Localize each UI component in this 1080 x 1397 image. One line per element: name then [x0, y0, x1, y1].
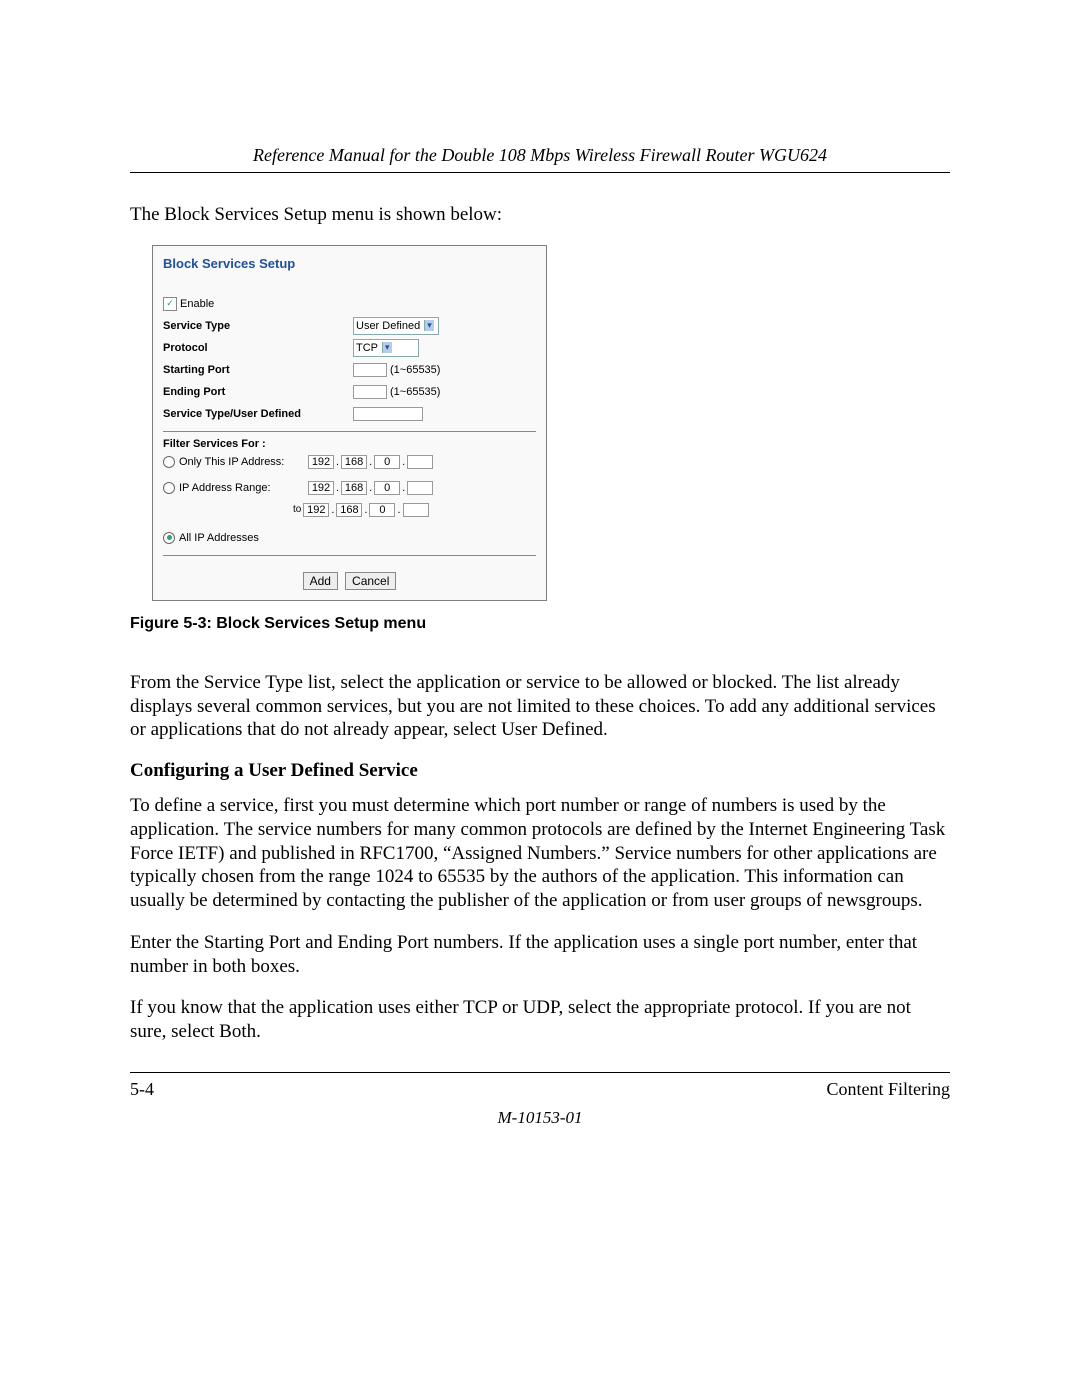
paragraph-1: From the Service Type list, select the a…	[130, 671, 950, 742]
ip-octet[interactable]: 0	[374, 455, 400, 469]
ip-octet[interactable]: 0	[369, 503, 395, 517]
ip-octet[interactable]: 0	[374, 481, 400, 495]
ending-port-hint: (1~65535)	[390, 386, 440, 398]
paragraph-3: Enter the Starting Port and Ending Port …	[130, 931, 950, 979]
enable-checkbox[interactable]: ✓	[163, 297, 177, 311]
manual-title: Reference Manual for the Double 108 Mbps…	[130, 145, 950, 172]
radio-ip-range[interactable]	[163, 482, 175, 494]
figure-separator	[163, 555, 536, 556]
enable-label: Enable	[180, 298, 214, 310]
intro-paragraph: The Block Services Setup menu is shown b…	[130, 203, 950, 227]
ip-octet[interactable]	[407, 455, 433, 469]
starting-port-input[interactable]	[353, 363, 387, 377]
chevron-down-icon: ▾	[424, 320, 434, 331]
document-page: Reference Manual for the Double 108 Mbps…	[0, 0, 1080, 1397]
user-defined-input[interactable]	[353, 407, 423, 421]
document-code: M-10153-01	[130, 1108, 950, 1128]
range-from-fields: 192. 168. 0.	[308, 481, 433, 495]
header-rule	[130, 172, 950, 173]
service-type-label: Service Type	[163, 320, 353, 332]
figure-block-services-setup: Block Services Setup ✓ Enable Service Ty…	[152, 245, 547, 601]
figure-caption: Figure 5-3: Block Services Setup menu	[130, 615, 950, 633]
page-number: 5-4	[130, 1079, 154, 1100]
radio-all-ip[interactable]	[163, 532, 175, 544]
starting-port-label: Starting Port	[163, 364, 353, 376]
ip-octet[interactable]: 192	[303, 503, 329, 517]
ip-range-label: IP Address Range:	[179, 482, 271, 494]
ip-octet[interactable]: 168	[341, 481, 367, 495]
add-button[interactable]: Add	[303, 572, 338, 590]
protocol-select[interactable]: TCP▾	[353, 339, 419, 357]
only-ip-label: Only This IP Address:	[179, 456, 284, 468]
section-name: Content Filtering	[827, 1079, 951, 1100]
protocol-label: Protocol	[163, 342, 353, 354]
ip-octet[interactable]: 192	[308, 455, 334, 469]
paragraph-2: To define a service, first you must dete…	[130, 794, 950, 913]
ip-octet[interactable]: 192	[308, 481, 334, 495]
ip-octet[interactable]	[403, 503, 429, 517]
service-type-select[interactable]: User Defined▾	[353, 317, 439, 335]
to-label: to	[293, 504, 303, 515]
user-defined-label: Service Type/User Defined	[163, 408, 353, 420]
chevron-down-icon: ▾	[382, 342, 392, 353]
radio-only-ip[interactable]	[163, 456, 175, 468]
section-heading: Configuring a User Defined Service	[130, 760, 950, 782]
all-ip-label: All IP Addresses	[179, 532, 259, 544]
ip-octet[interactable]	[407, 481, 433, 495]
ip-octet[interactable]: 168	[336, 503, 362, 517]
paragraph-4: If you know that the application uses ei…	[130, 996, 950, 1044]
footer-rule	[130, 1072, 950, 1073]
figure-separator	[163, 431, 536, 432]
footer-row: 5-4 Content Filtering	[130, 1079, 950, 1100]
ending-port-label: Ending Port	[163, 386, 353, 398]
cancel-button[interactable]: Cancel	[345, 572, 396, 590]
ending-port-input[interactable]	[353, 385, 387, 399]
only-ip-fields: 192. 168. 0.	[308, 455, 433, 469]
ip-octet[interactable]: 168	[341, 455, 367, 469]
filter-heading: Filter Services For :	[163, 438, 536, 450]
starting-port-hint: (1~65535)	[390, 364, 440, 376]
range-to-fields: 192. 168. 0.	[303, 503, 428, 517]
figure-title: Block Services Setup	[153, 246, 546, 295]
